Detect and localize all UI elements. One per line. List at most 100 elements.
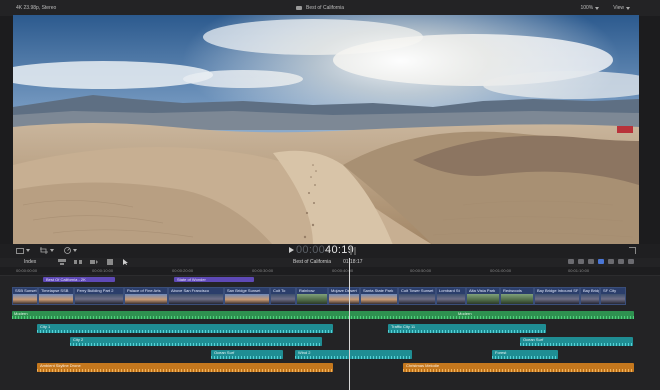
audio-clip-ocean-surf-right[interactable]: Ocean Surf	[520, 337, 633, 346]
storyline-clip[interactable]: Timelapse SSB	[38, 287, 74, 305]
clip-name: Bay Bridge	[583, 288, 599, 293]
clip-name: Santa State Park	[363, 288, 394, 293]
clip-name: Redwoods	[503, 288, 522, 293]
audio-clip-ocean-surf-left[interactable]: Ocean Surf	[211, 350, 283, 359]
audio-clip-label: Christmas Melodie	[406, 363, 440, 368]
audio-clip-label: Ocean Surf	[523, 337, 544, 342]
role-bar-state-of-wonder[interactable]: State of Wonder	[174, 277, 254, 282]
clip-name: Alta Vista Park	[469, 288, 496, 293]
crop-icon	[40, 247, 48, 254]
storyline-clip[interactable]: SSB Sunset	[12, 287, 38, 305]
timecode-divider-icon	[350, 247, 356, 255]
storyline-clip[interactable]: Santa State Park	[360, 287, 398, 305]
final-cut-pro-window: 4K 23.98p, Stereo Best of California 100…	[0, 0, 660, 390]
clip-thumbnail	[225, 294, 269, 304]
clip-thumbnail	[535, 294, 579, 304]
storyline-clip[interactable]: Rainbow	[296, 287, 328, 305]
clip-thumbnail	[601, 294, 625, 304]
storyline-clip[interactable]: SF City	[600, 287, 626, 305]
audio-clip-label: Ocean Surf	[214, 350, 235, 355]
storyline-clip[interactable]: Alta Vista Park	[466, 287, 500, 305]
storyline-clip[interactable]: Lombard St	[436, 287, 466, 305]
headphones-icon[interactable]	[588, 259, 594, 264]
viewer-header: 4K 23.98p, Stereo Best of California 100…	[0, 0, 660, 16]
audio-clip-forest[interactable]: Forest	[492, 350, 558, 359]
timecode-display[interactable]: 00:0040:19	[296, 244, 354, 256]
clip-name: Mojave Desert	[331, 288, 357, 293]
folder-icon	[296, 6, 302, 10]
ruler-tick: 00:01:10:00	[568, 268, 590, 273]
timeline-toolbar: Index Best of California 01:18:17	[0, 258, 660, 267]
project-title: Best of California	[296, 5, 344, 11]
audio-clip-city-2[interactable]: City 2	[70, 337, 322, 346]
effects-browser-icon[interactable]	[618, 259, 624, 264]
ruler-tick: 00:00:10:00	[92, 268, 114, 273]
storyline-clip[interactable]: San Bridge Sunset	[224, 287, 270, 305]
chevron-down-icon	[26, 249, 30, 252]
role-bar-best-of-california[interactable]: Best Of California - 2K	[43, 277, 115, 282]
zoom-dropdown[interactable]: 100%	[580, 5, 600, 11]
connect-clip-icon[interactable]	[58, 259, 66, 265]
index-button[interactable]: Index	[24, 259, 36, 265]
select-tool-icon[interactable]	[122, 259, 130, 265]
transform-button[interactable]	[40, 246, 54, 255]
storyline-clip[interactable]: Palace of Fine Arts	[124, 287, 168, 305]
fullscreen-icon[interactable]	[629, 247, 636, 254]
insert-clip-icon[interactable]	[74, 259, 82, 265]
viewer-options-button[interactable]	[16, 246, 30, 255]
audio-only-icon[interactable]	[578, 259, 584, 264]
music-clip-christmas-melodie[interactable]: Christmas Melodie	[403, 363, 634, 372]
audio-clip-label: Traffic City 11	[391, 324, 416, 329]
audio-clip-wind-2[interactable]: Wind 2	[295, 350, 412, 359]
primary-storyline: SSB Sunset Timelapse SSB Ferry Building Pa…	[12, 287, 636, 305]
chevron-down-icon	[595, 6, 600, 10]
audio-waveform	[388, 330, 546, 333]
chevron-down-icon	[626, 6, 630, 10]
append-clip-icon[interactable]	[90, 259, 98, 265]
ruler-tick: 00:00:30:00	[252, 268, 274, 273]
ruler-tick: 00:00:00:00	[16, 268, 38, 273]
audio-clip-city-1[interactable]: City 1	[37, 324, 333, 333]
storyline-clip[interactable]: Coit To	[270, 287, 296, 305]
storyline-clip[interactable]: Bay Bridge Inbound SF	[534, 287, 580, 305]
project-name: Best of California	[306, 5, 345, 11]
storyline-clip[interactable]: Mojave Desert	[328, 287, 360, 305]
music-clip-ambient-skyline[interactable]: Ambient Skyline Drone	[37, 363, 333, 372]
overwrite-clip-icon[interactable]	[106, 259, 114, 265]
play-icon[interactable]	[289, 247, 294, 253]
view-label: View	[613, 5, 624, 11]
audio-waveform	[70, 343, 322, 346]
audio-waveform	[37, 330, 333, 333]
timeline[interactable]: Best Of California - 2K State of Wonder …	[0, 258, 660, 390]
playhead[interactable]	[349, 258, 350, 390]
audio-waveform	[37, 369, 333, 372]
clip-appearance-icon[interactable]	[608, 259, 614, 264]
clip-name: SSB Sunset	[15, 288, 37, 293]
storyline-clip[interactable]: Ferry Building Part 2	[74, 287, 124, 305]
audio-clip-traffic-city[interactable]: Traffic City 11	[388, 324, 546, 333]
skimming-icon[interactable]	[598, 259, 604, 264]
video-only-icon[interactable]	[568, 259, 574, 264]
storyline-clip[interactable]: Bay Bridge	[580, 287, 600, 305]
clip-thumbnail	[399, 294, 435, 304]
transport-bar: 00:0040:19	[0, 244, 660, 258]
zoom-value: 100%	[580, 5, 594, 11]
clip-thumbnail	[361, 294, 397, 304]
storyline-clip[interactable]: Redwoods	[500, 287, 534, 305]
storyline-clip[interactable]: Above San Francisco	[168, 287, 224, 305]
clip-name: Lombard St	[439, 288, 460, 293]
timeline-title: Best of California 01:18:17	[293, 259, 363, 265]
timeline-project-name: Best of California	[293, 259, 332, 265]
format-label: 4K 23.98p, Stereo	[16, 5, 57, 11]
view-dropdown[interactable]: View	[613, 5, 630, 11]
timeline-ruler[interactable]: 00:00:00:00 00:00:10:00 00:00:20:00 00:0…	[0, 267, 660, 276]
video-viewer[interactable]	[13, 15, 639, 245]
storyline-clip[interactable]: Coit Tower Sunset	[398, 287, 436, 305]
viewer-frame-image	[13, 15, 639, 245]
speed-button[interactable]	[64, 246, 78, 255]
audio-clip-modern[interactable]: Modern Modern	[12, 311, 634, 319]
monitor-icon	[16, 247, 24, 254]
clip-name: Coit To	[273, 288, 286, 293]
transitions-browser-icon[interactable]	[628, 259, 634, 264]
chevron-down-icon	[73, 249, 77, 252]
